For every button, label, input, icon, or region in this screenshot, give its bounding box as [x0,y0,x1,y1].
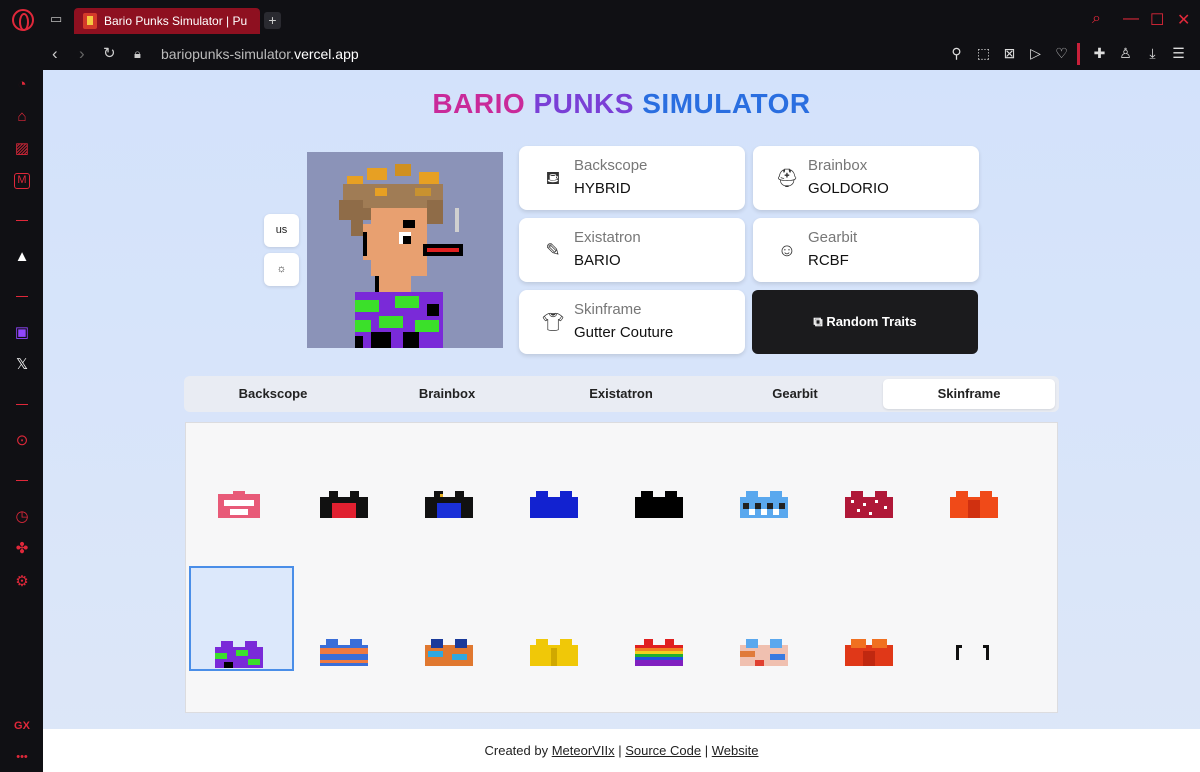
download-icon[interactable]: ⤓ [1144,45,1161,62]
website-link[interactable]: Website [712,743,759,758]
tab-skinframe[interactable]: Skinframe [883,379,1055,409]
sidebar-divider [16,480,28,481]
dice-icon: ⧉ [813,314,823,329]
adblock-icon[interactable]: ⊠ [1001,45,1018,62]
trait-card-gearbit[interactable]: ☺ Gearbit RCBF [753,218,979,282]
pipette-icon: ✎ [545,240,561,260]
page-title: BARIO PUNKS SIMULATOR [432,88,811,119]
skinframe-option[interactable] [609,566,714,671]
page-footer: Created by MeteorVIIx | Source Code | We… [43,729,1200,772]
search-icon[interactable]: ⌕ [1092,10,1101,28]
skinframe-option-selected[interactable] [189,566,294,671]
gx-control-icon[interactable]: ⌂ [13,108,31,126]
messenger-icon[interactable]: M [14,173,30,189]
maximize-icon[interactable]: ☐ [1150,10,1164,30]
sidebar-divider [16,220,28,221]
gx-corner-icon[interactable]: ▨ [13,140,31,158]
skinframe-option[interactable] [399,426,504,531]
snapshot-icon[interactable]: ⬚ [975,45,992,62]
lock-icon: 🔒︎ [134,46,141,61]
tab-switcher-icon[interactable]: ▭ [50,12,66,26]
address-bar: ‹ › ↻ 🔒︎ bariopunks-simulator.vercel.app… [43,40,1200,70]
browser-tab[interactable]: Bario Punks Simulator | Pu [74,8,260,34]
skinframe-option[interactable] [399,566,504,671]
gx-icon[interactable]: GX [13,717,31,735]
sun-icon: ☼ [276,263,287,275]
skinframe-option[interactable] [189,426,294,531]
skinframe-option[interactable] [924,566,1029,671]
tab-existatron[interactable]: Existatron [535,379,707,409]
forward-icon[interactable]: › [79,45,85,63]
toolbar-divider [1077,43,1080,65]
skinframe-option[interactable] [294,426,399,531]
skinframe-option[interactable] [294,566,399,671]
reload-icon[interactable]: ↻ [103,45,116,63]
shirt-icon: 👕︎ [541,312,565,332]
trait-card-brainbox[interactable]: ⛑ Brainbox GOLDORIO [753,146,979,210]
skinframe-option[interactable] [504,426,609,531]
settings-icon[interactable]: ⚙ [13,573,31,591]
extensions-icon[interactable]: ✚ [1091,45,1108,62]
x-twitter-icon[interactable]: 𝕏 [13,356,31,374]
play-icon[interactable]: ▷ [1027,45,1044,62]
new-tab-button[interactable]: + [264,12,281,29]
pin-icon[interactable]: ⚲ [948,45,965,62]
random-traits-button[interactable]: ⧉ Random Traits [752,290,978,354]
close-icon[interactable]: ✕ [1177,10,1190,30]
trait-card-backscope[interactable]: ⛾ Backscope HYBRID [519,146,745,210]
sidebar-divider [16,404,28,405]
url-field[interactable]: bariopunks-simulator.vercel.app [161,46,359,62]
skinframe-option[interactable] [504,566,609,671]
theme-toggle-button[interactable]: ☼ [264,253,299,286]
speed-dial-icon[interactable]: ◔ [13,76,31,94]
punk-preview-image [307,152,503,348]
scan-face-icon: ☺ [777,240,797,260]
source-code-link[interactable]: Source Code [625,743,701,758]
skinframe-option[interactable] [819,426,924,531]
more-icon[interactable]: ••• [13,748,31,766]
trait-tabs: Backscope Brainbox Existatron Gearbit Sk… [184,376,1059,412]
aria-icon[interactable]: ▲ [13,248,31,266]
skinframe-option[interactable] [924,426,1029,531]
language-button[interactable]: us [264,214,299,247]
skinframe-grid [185,422,1058,713]
skinframe-option[interactable] [609,426,714,531]
browser-sidebar: ◔ ⌂ ▨ M ▲ ▣ 𝕏 ⊙ ◷ ✤ ⚙ GX ••• [0,40,43,772]
tab-title: Bario Punks Simulator | Pu [104,14,248,28]
sidebar-divider [16,296,28,297]
web-page: BARIO PUNKS SIMULATOR us ☼ ⛾ Backscope H… [43,70,1200,772]
extensions-sidebar-icon[interactable]: ✤ [13,540,31,558]
paint-bucket-icon: ⛾ [545,168,561,188]
trait-card-existatron[interactable]: ✎ Existatron BARIO [519,218,745,282]
tab-backscope[interactable]: Backscope [187,379,359,409]
punk-pixel-art [339,164,463,348]
menu-icon[interactable]: ☰ [1170,45,1187,62]
opera-logo-icon[interactable] [12,9,34,31]
skinframe-option[interactable] [714,426,819,531]
twitch-icon[interactable]: ▣ [13,324,31,342]
back-icon[interactable]: ‹ [52,45,58,63]
player-icon[interactable]: ⊙ [13,432,31,450]
skinframe-option[interactable] [714,566,819,671]
tab-gearbit[interactable]: Gearbit [709,379,881,409]
history-icon[interactable]: ◷ [13,508,31,526]
tab-brainbox[interactable]: Brainbox [361,379,533,409]
heart-icon[interactable]: ♡ [1053,45,1070,62]
browser-titlebar: ▭ Bario Punks Simulator | Pu + ⌕ — ☐ ✕ [0,0,1200,40]
minimize-icon[interactable]: — [1123,10,1139,28]
skinframe-option[interactable] [819,566,924,671]
helmet-icon: ⛑ [775,168,799,188]
trait-card-skinframe[interactable]: 👕︎ Skinframe Gutter Couture [519,290,745,354]
author-link[interactable]: MeteorVIIx [552,743,615,758]
favicon-icon [83,13,97,29]
profile-icon[interactable]: ♙ [1117,45,1134,62]
